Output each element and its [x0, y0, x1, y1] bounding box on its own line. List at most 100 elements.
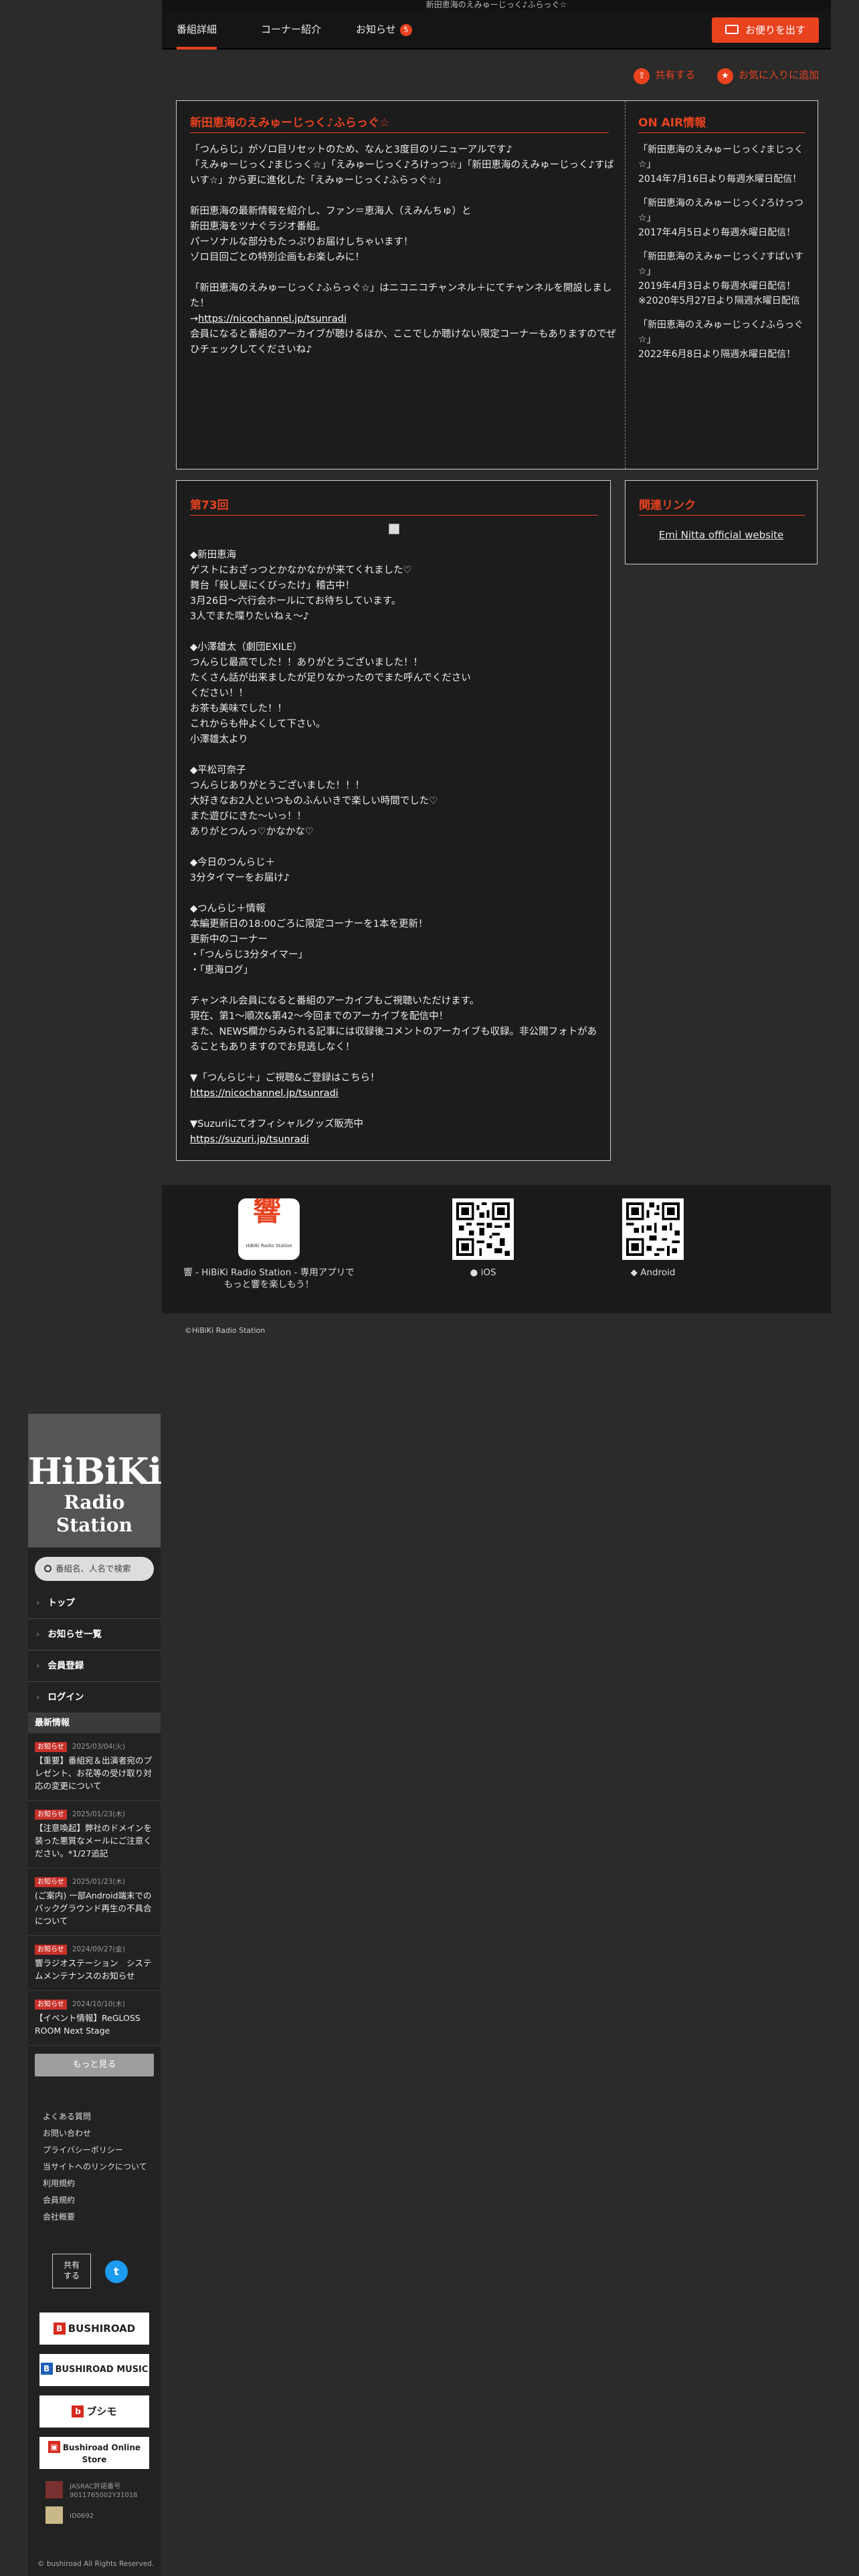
episode-text: ◆新田恵海 ゲストにおざっつとかなかなかが来てくれました♡ 舞台「殺し屋にくびっ… [190, 550, 597, 1083]
app-icon-glyph: 響 [253, 1198, 282, 1227]
hibiki-logo[interactable]: HiBiKi Radio Station [28, 1414, 162, 1547]
nav-label: トップ [47, 1598, 75, 1608]
episode-panel: 第73回 ◆新田恵海 ゲストにおざっつとかなかなかが来てくれました♡ 舞台「殺し… [176, 480, 611, 1161]
apple-icon: ● [470, 1267, 481, 1278]
android-download[interactable]: ◆ Android [613, 1198, 693, 1279]
chevron-right-icon: › [36, 1598, 40, 1608]
store-logo-icon: ▣ [47, 2441, 60, 2453]
hibiki-app-icon: 響 HiBiKi Radio Station [238, 1198, 300, 1260]
news-tag: お知らせ [35, 1810, 67, 1820]
nav-label: 会員登録 [47, 1660, 84, 1671]
bushimo-logo-icon: b [72, 2405, 84, 2418]
news-date: 2025/01/23(木) [72, 1878, 126, 1886]
bushimo-banner[interactable]: b ブシモ [39, 2395, 149, 2428]
ios-text: iOS [480, 1267, 496, 1278]
chevron-right-icon: › [36, 1629, 40, 1640]
more-news-button[interactable]: もっと見る [35, 2054, 154, 2076]
nextone-info: ID0692 [28, 2506, 161, 2529]
suzuri-link[interactable]: https://suzuri.jp/tsunradi [190, 1134, 309, 1145]
search-input[interactable]: 番組名、人名で検索 [35, 1557, 154, 1581]
news-count-badge: 5 [399, 24, 412, 36]
faq-link[interactable]: よくある質問 [43, 2109, 161, 2125]
nav-label: お知らせ一覧 [47, 1629, 102, 1640]
star-icon: ★ [717, 68, 733, 84]
panel-divider [625, 101, 626, 469]
search-placeholder: 番組名、人名で検索 [56, 1564, 131, 1574]
partner-name: BUSHIROAD MUSIC [55, 2365, 149, 2375]
news-item[interactable]: お知らせ 2024/10/10(木) 【イベント情報】ReGLOSS ROOM Ne… [28, 1991, 161, 2046]
chevron-right-icon: › [36, 1660, 40, 1671]
news-text: (ご案内) 一部Android端末でのバックグラウンド再生の不具合について [35, 1891, 152, 1926]
privacy-link[interactable]: プライバシーポリシー [43, 2142, 161, 2159]
sidebar-copyright: © bushiroad All Rights Reserved. [37, 2560, 155, 2568]
android-text: Android [640, 1267, 676, 1278]
bushiroad-banner[interactable]: B BUSHIROAD [39, 2313, 149, 2345]
company-link[interactable]: 会社概要 [43, 2209, 161, 2226]
link-policy-link[interactable]: 当サイトへのリンクについて [43, 2159, 161, 2175]
terms-link[interactable]: 利用規約 [43, 2175, 161, 2192]
app-icon-subtext: HiBiKi Radio Station [246, 1243, 292, 1249]
news-date: 2025/01/23(木) [72, 1810, 126, 1818]
logo-subtext: Radio Station [56, 1491, 132, 1536]
favorite-button[interactable]: ★ お気に入りに追加 [717, 66, 819, 84]
partner-banners: B BUSHIROAD B BUSHIROAD MUSIC b ブシモ ▣ Bushir… [28, 2313, 161, 2469]
ios-download[interactable]: ● iOS [443, 1198, 523, 1279]
nextone-text: ID0692 [70, 2512, 94, 2520]
nav-label: ログイン [47, 1692, 84, 1703]
hibiki-app-promo[interactable]: 響 HiBiKi Radio Station 響 - HiBiKi Radio S… [162, 1198, 376, 1291]
tab-news[interactable]: お知らせ 5 [356, 9, 412, 49]
news-item[interactable]: お知らせ 2025/01/23(木) (ご案内) 一部Android端末でのバックグ… [28, 1868, 161, 1936]
share-button[interactable]: ⇪ 共有する [634, 66, 695, 84]
news-item[interactable]: お知らせ 2024/09/27(金) 響ラジオステーション システムメンテナンスのお… [28, 1936, 161, 1991]
sidebar-item-top[interactable]: › トップ [28, 1588, 161, 1619]
android-label: ◆ Android [613, 1267, 693, 1279]
news-tag: お知らせ [35, 2000, 67, 2010]
app-caption: 響 - HiBiKi Radio Station - 専用アプリで もっと響を楽… [183, 1267, 355, 1290]
social-share-row: 共有 する t [28, 2254, 161, 2288]
contact-link[interactable]: お問い合わせ [43, 2125, 161, 2142]
sidebar-item-news-list[interactable]: › お知らせ一覧 [28, 1619, 161, 1650]
news-text: 【重要】番組宛＆出演者宛のプレゼント、お花等の受け取り対応の変更について [35, 1755, 153, 1791]
search-icon [44, 1565, 52, 1572]
news-item[interactable]: お知らせ 2025/03/04(火) 【重要】番組宛＆出演者宛のプレゼント、お花等の… [28, 1733, 161, 1801]
send-mail-button[interactable]: お便りを出す [712, 17, 819, 43]
nicochannel-link[interactable]: https://nicochannel.jp/tsunradi [198, 314, 347, 324]
footer-links: よくある質問 お問い合わせ プライバシーポリシー 当サイトへのリンクについて 利… [28, 2109, 161, 2226]
jasrac-info: JASRAC許諾番号 9011765002Y31018 [28, 2481, 161, 2504]
share-icon: ⇪ [634, 68, 650, 84]
episode-image [389, 524, 399, 534]
news-tag: お知らせ [35, 1945, 67, 1955]
share-button[interactable]: 共有 する [52, 2254, 91, 2288]
tab-news-label: お知らせ [356, 23, 396, 35]
onair-info: ON AIR情報 「新田恵海のえみゅーじっく♪まじっく☆」 2014年7月16日… [638, 113, 805, 362]
program-tab-bar: 番組詳細 コーナー紹介 お知らせ 5 お便りを出す [162, 9, 831, 49]
bushiroad-logo-icon: B [53, 2323, 66, 2335]
episode-title: 第73回 [190, 496, 598, 516]
tab-corner-intro[interactable]: コーナー紹介 [261, 9, 321, 49]
favorite-label: お気に入りに追加 [738, 69, 819, 81]
tab-program-detail[interactable]: 番組詳細 [177, 9, 217, 49]
bushiroad-music-banner[interactable]: B BUSHIROAD MUSIC [39, 2354, 149, 2386]
news-item[interactable]: お知らせ 2025/01/23(木) 【注意喚起】弊社のドメインを装った悪質なメール… [28, 1801, 161, 1868]
envelope-icon [725, 25, 739, 34]
send-mail-label: お便りを出す [745, 24, 805, 36]
description-text-2: 会員になると番組のアーカイブが聴けるほか、ここでしか聴けない限定コーナーもありま… [190, 329, 616, 355]
news-text: 【イベント情報】ReGLOSS ROOM Next Stage [35, 2013, 140, 2036]
onair-item: 「新田恵海のえみゅーじっく♪ろけっつ☆」 2017年4月5日より毎週水曜日配信！ [638, 198, 803, 238]
news-tag: お知らせ [35, 1877, 67, 1887]
bushiroad-music-logo-icon: B [40, 2363, 53, 2375]
app-download-section: 響 HiBiKi Radio Station 響 - HiBiKi Radio S… [162, 1185, 831, 1313]
sidebar-item-register[interactable]: › 会員登録 [28, 1650, 161, 1682]
member-terms-link[interactable]: 会員規約 [43, 2192, 161, 2209]
onair-item: 「新田恵海のえみゅーじっく♪まじっく☆」 2014年7月16日より毎週水曜日配信… [638, 144, 803, 185]
official-website-link[interactable]: Emi Nitta official website [626, 529, 817, 541]
share-label: 共有する [655, 69, 696, 81]
online-store-banner[interactable]: ▣ Bushiroad Online Store [39, 2437, 149, 2469]
nicochannel-link[interactable]: https://nicochannel.jp/tsunradi [190, 1088, 339, 1099]
latest-news-heading: 最新情報 [28, 1713, 161, 1733]
copyright: ©HiBiKi Radio Station [185, 1326, 266, 1335]
twitter-icon[interactable]: t [105, 2260, 128, 2283]
onair-item: 「新田恵海のえみゅーじっく♪すばいす☆」 2019年4月3日より毎週水曜日配信！… [638, 251, 803, 306]
sidebar-item-login[interactable]: › ログイン [28, 1682, 161, 1713]
partner-name: ブシモ [86, 2405, 117, 2418]
